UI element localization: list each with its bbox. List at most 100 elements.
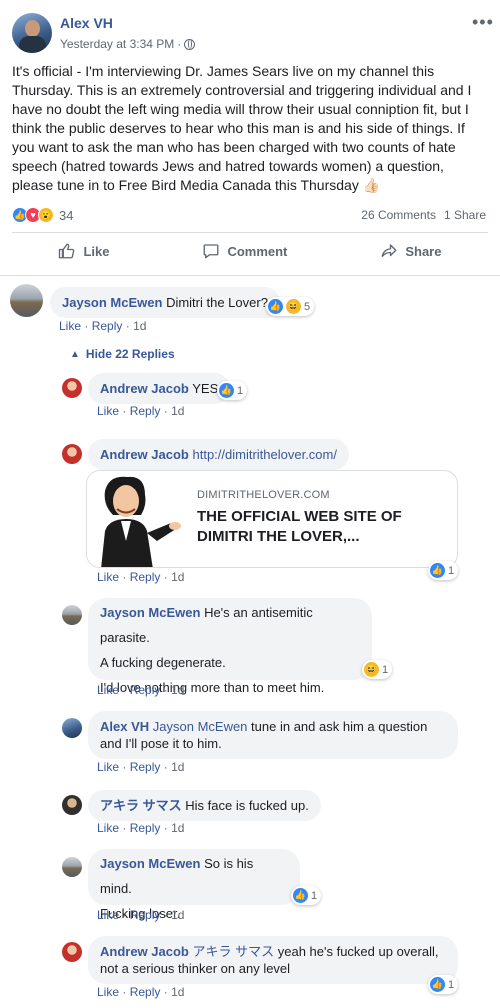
reply-actions: Like · Reply · 1d [97, 683, 184, 697]
reply-avatar[interactable] [62, 378, 82, 398]
chevron-up-icon: ▲ [70, 348, 80, 360]
reply-reactions[interactable]: 😆 1 [362, 660, 393, 679]
separator: · [163, 683, 168, 697]
reactions-summary[interactable]: 👍 ♥ 😮 34 [12, 207, 73, 223]
post-author-name[interactable]: Alex VH [60, 15, 113, 31]
reply-like-link[interactable]: Like [97, 821, 119, 835]
shares-count-link[interactable]: 1 Share [444, 208, 486, 222]
separator: · [163, 908, 168, 922]
link-preview-image [87, 471, 183, 567]
reply-link-url[interactable]: http://dimitrithelover.com/ [192, 447, 337, 462]
reply-reactions[interactable]: 👍 1 [428, 975, 459, 994]
like-reaction-icon: 👍 [219, 383, 234, 398]
reply-actions: Like · Reply · 1d [97, 570, 184, 584]
author-avatar[interactable] [12, 13, 52, 53]
reply-avatar[interactable] [62, 857, 82, 877]
reply-avatar[interactable] [62, 718, 82, 738]
reply-author[interactable]: Andrew Jacob [100, 447, 189, 462]
reply-age: 1d [171, 760, 185, 774]
reply-bubble: Andrew Jacob YES [88, 373, 231, 404]
reply-like-link[interactable]: Like [97, 570, 119, 584]
separator: · [163, 404, 168, 418]
reply-reply-link[interactable]: Reply [130, 683, 161, 697]
reply-actions: Like · Reply · 1d [97, 760, 184, 774]
separator: · [122, 821, 127, 835]
comments-count-link[interactable]: 26 Comments [361, 208, 436, 222]
comment-age: 1d [133, 319, 147, 333]
reply-avatar[interactable] [62, 444, 82, 464]
post-stats: 26 Comments 1 Share [361, 208, 486, 222]
like-reaction-icon: 👍 [293, 888, 308, 903]
reply-author[interactable]: アキラ サマス [100, 798, 182, 813]
reaction-count: 1 [382, 663, 389, 676]
reply-reply-link[interactable]: Reply [130, 908, 161, 922]
reply-author[interactable]: Alex VH [100, 719, 149, 734]
link-preview-card[interactable]: DIMITRITHELOVER.COM THE OFFICIAL WEB SIT… [86, 470, 458, 568]
reply-actions: Like · Reply · 1d [97, 985, 184, 999]
reply-avatar[interactable] [62, 942, 82, 962]
reply-mention[interactable]: Jayson McEwen [153, 719, 248, 734]
reply-age: 1d [171, 683, 185, 697]
more-options-icon[interactable]: ••• [472, 12, 494, 33]
reply-actions: Like · Reply · 1d [97, 404, 184, 418]
separator: · [163, 821, 168, 835]
cartoon-man-illustration [101, 476, 181, 567]
reaction-count: 1 [311, 889, 318, 902]
like-button[interactable]: Like [48, 238, 119, 264]
comment-bubble: Jayson McEwen Dimitri the Lover? [50, 287, 280, 318]
reply-mention[interactable]: アキラ サマス [192, 944, 274, 959]
reaction-count: 5 [304, 300, 311, 313]
thumbs-up-icon [59, 243, 75, 259]
reply-reply-link[interactable]: Reply [130, 985, 161, 999]
comment-button[interactable]: Comment [192, 238, 297, 264]
post-text: It's official - I'm interviewing Dr. Jam… [12, 63, 472, 193]
reply-like-link[interactable]: Like [97, 760, 119, 774]
reply-author[interactable]: Jayson McEwen [100, 856, 200, 871]
reply-bubble: Andrew Jacob アキラ サマス yeah he's fucked up… [88, 936, 458, 984]
reply-avatar[interactable] [62, 605, 82, 625]
link-preview-title: THE OFFICIAL WEB SITE OF DIMITRI THE LOV… [197, 508, 402, 545]
separator: · [163, 570, 168, 584]
meta-separator: · [177, 37, 182, 51]
hide-replies-toggle[interactable]: ▲ Hide 22 Replies [70, 347, 175, 361]
reply-reply-link[interactable]: Reply [130, 404, 161, 418]
reply-reactions[interactable]: 👍 1 [217, 381, 248, 400]
like-label: Like [83, 243, 110, 259]
reply-author[interactable]: Andrew Jacob [100, 381, 189, 396]
reaction-count: 1 [448, 564, 455, 577]
reply-like-link[interactable]: Like [97, 404, 119, 418]
reply-author[interactable]: Jayson McEwen [100, 605, 200, 620]
reply-author[interactable]: Andrew Jacob [100, 944, 189, 959]
globe-icon [184, 38, 196, 50]
comment-reply-link[interactable]: Reply [92, 319, 123, 333]
reply-reactions[interactable]: 👍 1 [291, 886, 322, 905]
share-button[interactable]: Share [370, 238, 451, 264]
like-reaction-icon: 👍 [268, 299, 283, 314]
separator: · [122, 570, 127, 584]
wow-reaction-icon: 😮 [38, 207, 54, 223]
reply-bubble: Jayson McEwen He's an antisemitic parasi… [88, 598, 372, 695]
comment-reactions[interactable]: 👍 😆 5 [266, 297, 315, 316]
commenter-name[interactable]: Jayson McEwen [62, 295, 162, 310]
reply-reactions[interactable]: 👍 1 [428, 561, 459, 580]
reply-reply-link[interactable]: Reply [130, 570, 161, 584]
like-reaction-icon: 👍 [430, 563, 445, 578]
post-actions: Like Comment Share [12, 238, 488, 264]
reply-age: 1d [171, 821, 185, 835]
separator: · [122, 404, 127, 418]
reaction-count: 1 [237, 384, 244, 397]
reply-avatar[interactable] [62, 795, 82, 815]
reply-reply-link[interactable]: Reply [130, 760, 161, 774]
reply-age: 1d [171, 908, 185, 922]
reply-like-link[interactable]: Like [97, 683, 119, 697]
separator: · [84, 319, 89, 333]
reply-actions: Like · Reply · 1d [97, 908, 184, 922]
reply-text-line: A fucking degenerate. [100, 655, 226, 670]
reply-reply-link[interactable]: Reply [130, 821, 161, 835]
reply-like-link[interactable]: Like [97, 908, 119, 922]
post-timestamp[interactable]: Yesterday at 3:34 PM [60, 37, 174, 51]
commenter-avatar[interactable] [10, 284, 43, 317]
reply-like-link[interactable]: Like [97, 985, 119, 999]
comment-like-link[interactable]: Like [59, 319, 81, 333]
reply-actions: Like · Reply · 1d [97, 821, 184, 835]
